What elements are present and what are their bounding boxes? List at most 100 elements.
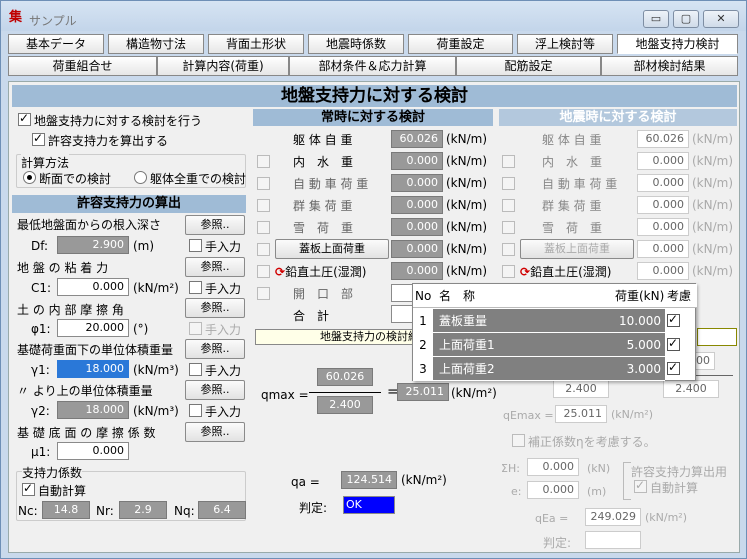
tab-seismic-coef[interactable]: 地震時係数 xyxy=(308,34,404,54)
seismic-row-checkbox[interactable] xyxy=(502,221,515,234)
phi-field[interactable]: 20.000 xyxy=(57,319,129,337)
popup-row[interactable]: 3 上面荷重2 3.000 xyxy=(413,357,697,381)
close-button[interactable]: ✕ xyxy=(703,10,739,28)
weight-below-label: 基礎荷重面下の単位体積重量 xyxy=(17,343,174,357)
seismic-row-label-wrap: 躯 体 自 重 xyxy=(542,131,601,148)
judge-field: OK xyxy=(343,496,395,514)
tab-uplift[interactable]: 浮上検討等 xyxy=(517,34,613,54)
refresh-icon[interactable]: ⟳ xyxy=(275,265,285,279)
seismic-row-checkbox[interactable] xyxy=(502,265,515,278)
df-field[interactable]: 2.900 xyxy=(57,236,129,254)
g1-label: γ1: xyxy=(31,363,50,377)
tab-load-settings[interactable]: 荷重設定 xyxy=(408,34,513,54)
normal-row-label: 雪 荷 重 xyxy=(293,221,354,235)
df-manual-checkbox[interactable] xyxy=(189,239,202,252)
e-label: e: xyxy=(511,485,522,498)
g1-manual-checkbox[interactable] xyxy=(189,363,202,376)
nq-field[interactable]: 6.4 xyxy=(198,501,246,519)
normal-row-checkbox[interactable] xyxy=(257,199,270,212)
c1-manual-label: 手入力 xyxy=(205,282,242,296)
allowable-calc-checkbox[interactable] xyxy=(32,131,45,146)
popup-row-checkbox[interactable] xyxy=(667,360,680,375)
tab-basic-data[interactable]: 基本データ xyxy=(8,34,104,54)
g2-field[interactable]: 18.000 xyxy=(57,401,129,419)
normal-cover-load-button[interactable]: 蓋板上面荷重 xyxy=(275,239,389,259)
g1-field[interactable]: 18.000 xyxy=(57,360,129,378)
seismic-row-value[interactable]: 0.000 xyxy=(637,218,689,236)
normal-row-label-wrap: 躯 体 自 重 xyxy=(293,131,352,148)
seismic-row-checkbox[interactable] xyxy=(502,243,515,256)
cohesion-ref-button[interactable]: 参照.. xyxy=(185,257,245,277)
tab-member-conditions[interactable]: 部材条件＆応力計算 xyxy=(289,56,456,76)
seismic-row-value[interactable]: 0.000 xyxy=(637,174,689,192)
maximize-button[interactable]: ▢ xyxy=(673,10,699,28)
normal-row-checkbox[interactable] xyxy=(257,287,270,300)
popup-row[interactable]: 1 蓋板重量 10.000 xyxy=(413,309,697,333)
qea-unit: (kN/m²) xyxy=(645,511,688,524)
seismic-row-checkbox[interactable] xyxy=(502,155,515,168)
section-radio[interactable] xyxy=(23,171,36,184)
normal-row-value[interactable]: 0.000 xyxy=(391,174,443,192)
eta-checkbox[interactable] xyxy=(512,434,525,447)
seismic-row-value[interactable]: 0.000 xyxy=(637,262,689,280)
tab-structure-dims[interactable]: 構造物寸法 xyxy=(108,34,204,54)
c1-field[interactable]: 0.000 xyxy=(57,278,129,296)
normal-row-value[interactable]: 0.000 xyxy=(391,240,443,258)
seismic-row-value[interactable]: 0.000 xyxy=(637,196,689,214)
seismic-cover-load-button[interactable]: 蓋板上面荷重 xyxy=(520,239,634,259)
base-friction-ref-button[interactable]: 参照.. xyxy=(185,422,245,442)
tab-rebar-settings[interactable]: 配筋設定 xyxy=(456,56,601,76)
normal-row-checkbox[interactable] xyxy=(257,177,270,190)
popup-col-consider: 考慮 xyxy=(667,289,692,303)
seismic-row-checkbox[interactable] xyxy=(502,199,515,212)
normal-row-checkbox[interactable] xyxy=(257,265,270,278)
section-radio-label: 断面での検討 xyxy=(39,172,112,186)
normal-row-label-wrap: 内 水 重 xyxy=(293,153,353,170)
minimize-icon: ▭ xyxy=(650,12,662,25)
tab-calc-content[interactable]: 計算内容(荷重) xyxy=(157,56,289,76)
sh-unit: (kN) xyxy=(587,462,611,475)
tab-bearing-capacity[interactable]: 地盤支持力検討 xyxy=(617,34,738,54)
whole-radio[interactable] xyxy=(134,171,147,184)
whole-radio-label: 躯体全重での検討 xyxy=(150,172,247,186)
seismic-row-value[interactable]: 60.026 xyxy=(637,130,689,148)
seismic-row-value[interactable]: 0.000 xyxy=(637,152,689,170)
tab-member-results[interactable]: 部材検討結果 xyxy=(601,56,738,76)
tab-load-combo[interactable]: 荷重組合せ xyxy=(8,56,157,76)
mu-field[interactable]: 0.000 xyxy=(57,442,129,460)
depth-ref-button[interactable]: 参照.. xyxy=(185,215,245,235)
popup-row[interactable]: 2 上面荷重1 5.000 xyxy=(413,333,697,357)
normal-row-value[interactable]: 60.026 xyxy=(391,130,443,148)
nr-field[interactable]: 2.9 xyxy=(119,501,167,519)
friction-ref-button[interactable]: 参照.. xyxy=(185,298,245,318)
weight-below-ref-button[interactable]: 参照.. xyxy=(185,339,245,359)
base-friction-label: 基 礎 底 面 の 摩 擦 係 数 xyxy=(17,426,156,440)
coef-auto-checkbox[interactable] xyxy=(22,481,35,496)
minimize-button[interactable]: ▭ xyxy=(643,10,669,28)
refresh-icon[interactable]: ⟳ xyxy=(520,265,530,279)
seismic-row-value[interactable]: 0.000 xyxy=(637,240,689,258)
seismic-auto-checkbox[interactable] xyxy=(634,478,647,493)
phi-manual-checkbox[interactable] xyxy=(189,322,202,335)
normal-row-value[interactable]: 0.000 xyxy=(391,262,443,280)
nc-field[interactable]: 14.8 xyxy=(42,501,90,519)
normal-row-value[interactable]: 0.000 xyxy=(391,196,443,214)
tab-back-soil[interactable]: 背面土形状 xyxy=(208,34,304,54)
normal-row-label: 鉛直土圧(湿潤) xyxy=(285,265,367,279)
seismic-row-checkbox[interactable] xyxy=(502,177,515,190)
bearing-check-checkbox[interactable] xyxy=(18,111,31,126)
popup-row-load: 5.000 xyxy=(626,338,661,352)
weight-above-ref-button[interactable]: 参照.. xyxy=(185,380,245,400)
normal-row-checkbox[interactable] xyxy=(257,221,270,234)
normal-row-checkbox[interactable] xyxy=(257,155,270,168)
popup-row-no: 2 xyxy=(413,333,433,357)
seismic-den-left: 2.400 xyxy=(553,380,609,398)
c1-manual-checkbox[interactable] xyxy=(189,281,202,294)
g2-manual-checkbox[interactable] xyxy=(189,404,202,417)
popup-row-checkbox[interactable] xyxy=(667,336,680,351)
popup-row-checkbox[interactable] xyxy=(667,312,680,327)
normal-row-value[interactable]: 0.000 xyxy=(391,152,443,170)
normal-row-value[interactable]: 0.000 xyxy=(391,218,443,236)
df-label: Df: xyxy=(31,239,49,253)
normal-row-checkbox[interactable] xyxy=(257,243,270,256)
